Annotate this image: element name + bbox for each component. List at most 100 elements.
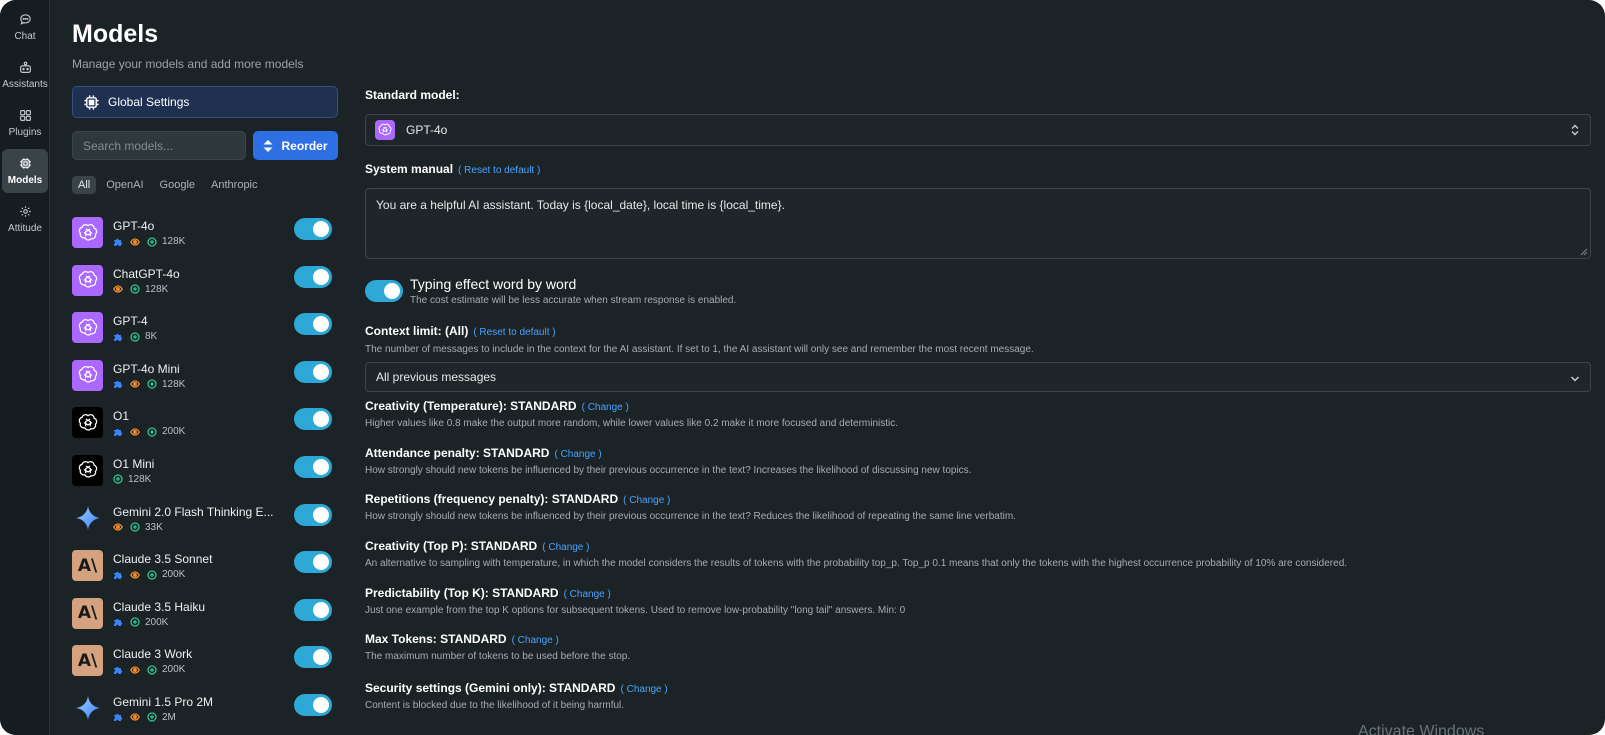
openai-icon (72, 264, 103, 296)
model-enabled-toggle[interactable] (294, 646, 332, 669)
standard-model-select[interactable]: GPT-4o (365, 114, 1591, 146)
context-size: 200K (162, 426, 186, 438)
model-capabilities: 200K (113, 617, 175, 628)
sort-icon (263, 139, 273, 152)
resize-grip-icon[interactable] (1580, 248, 1588, 256)
chip-icon (19, 157, 31, 169)
capability-vision (130, 379, 140, 389)
openai-icon (375, 120, 395, 140)
model-name: GPT-4o Mini (113, 361, 180, 376)
openai-icon (72, 359, 103, 391)
model-name: Gemini 2.0 Flash Thinking E... (113, 504, 274, 519)
system-manual-value: You are a helpful AI assistant. Today is… (376, 198, 785, 212)
change-link[interactable]: ( Change ) (623, 495, 670, 506)
chat-icon (19, 13, 31, 25)
system-manual-textarea[interactable]: You are a helpful AI assistant. Today is… (365, 188, 1591, 259)
nav-label: Attitude (8, 222, 42, 234)
model-row[interactable]: GPT-4 8K (72, 309, 338, 357)
parameter-desc: Just one example from the top K options … (365, 605, 906, 616)
context-window-icon (130, 522, 140, 532)
parameter-label: Predictability (Top K): STANDARD ( Change… (365, 586, 611, 600)
model-enabled-toggle[interactable] (294, 265, 332, 288)
capability-vision (130, 665, 140, 675)
change-link[interactable]: ( Change ) (554, 449, 601, 460)
capability-context: 8K (130, 331, 157, 342)
model-enabled-toggle[interactable] (294, 408, 332, 431)
system-manual-reset-link[interactable]: ( Reset to default ) (458, 165, 540, 176)
model-enabled-toggle[interactable] (294, 551, 332, 574)
nav-label: Assistants (2, 78, 48, 90)
model-enabled-toggle[interactable] (294, 313, 332, 336)
parameter-label: Max Tokens: STANDARD ( Change ) (365, 632, 559, 646)
search-input[interactable] (72, 131, 246, 160)
model-enabled-toggle[interactable] (294, 360, 332, 383)
parameter-title: Max Tokens: STANDARD (365, 632, 507, 646)
model-enabled-toggle[interactable] (294, 693, 332, 716)
puzzle-icon (114, 333, 123, 341)
nav-attitude[interactable]: Attitude (2, 197, 48, 241)
parameter-label: Creativity (Temperature): STANDARD ( Chan… (365, 399, 629, 413)
context-size: 33K (145, 521, 163, 533)
model-row[interactable]: A\ Claude 3.5 Sonnet 200K (72, 547, 338, 595)
provider-filters: All OpenAI Google Anthropic (72, 176, 264, 194)
model-row[interactable]: GPT-4o 128K (72, 214, 338, 262)
parameter-desc: Higher values like 0.8 make the output m… (365, 418, 899, 429)
model-enabled-toggle[interactable] (294, 218, 332, 240)
parameter-desc: Content is blocked due to the likelihood… (365, 700, 625, 711)
change-link[interactable]: ( Change ) (512, 635, 559, 646)
model-enabled-toggle[interactable] (294, 455, 332, 478)
capability-context: 200K (130, 617, 168, 628)
filter-google[interactable]: Google (154, 176, 201, 194)
nav-chat[interactable]: Chat (2, 5, 48, 49)
capability-context: 200K (147, 664, 185, 675)
chevron-updown-icon (1571, 124, 1579, 136)
context-size: 128K (128, 473, 152, 485)
model-row[interactable]: ChatGPT-4o 128K (72, 262, 338, 310)
context-size: 128K (145, 283, 169, 295)
context-limit-select[interactable]: All previous messages (365, 362, 1591, 392)
model-row[interactable]: O1 200K (72, 404, 338, 452)
typing-effect-toggle[interactable] (365, 280, 403, 302)
gear-icon (19, 205, 31, 217)
change-link[interactable]: ( Change ) (620, 684, 667, 695)
global-settings-button[interactable]: Global Settings (72, 86, 338, 118)
capability-vision (130, 712, 140, 722)
capability-plugins (113, 712, 123, 722)
anthropic-icon: A\ (72, 645, 103, 677)
capability-context: 200K (147, 426, 185, 437)
parameter-label: Security settings (Gemini only): STANDAR… (365, 681, 668, 695)
openai-icon (72, 217, 103, 248)
model-enabled-toggle[interactable] (294, 598, 332, 621)
model-row[interactable]: Gemini 1.5 Pro 2M 2M (72, 690, 338, 735)
context-window-icon (130, 284, 140, 294)
eye-icon (130, 666, 140, 674)
context-limit-desc: The number of messages to include in the… (365, 344, 1034, 355)
model-enabled-toggle[interactable] (294, 503, 332, 526)
typing-effect-label: Typing effect word by word (410, 276, 577, 292)
filter-anthropic[interactable]: Anthropic (205, 176, 263, 194)
typing-effect-desc: The cost estimate will be less accurate … (410, 295, 737, 306)
capability-vision (130, 570, 140, 580)
assistants-icon (19, 61, 31, 73)
change-link[interactable]: ( Change ) (582, 402, 629, 413)
nav-models[interactable]: Models (2, 149, 48, 193)
model-capabilities: 128K (113, 284, 175, 295)
model-row[interactable]: GPT-4o Mini 128K (72, 357, 338, 405)
puzzle-icon (114, 381, 123, 389)
context-limit-reset-link[interactable]: ( Reset to default ) (473, 327, 555, 338)
model-capabilities: 128K (113, 379, 192, 390)
change-link[interactable]: ( Change ) (564, 589, 611, 600)
reorder-button[interactable]: Reorder (253, 131, 338, 160)
filter-all[interactable]: All (72, 176, 97, 194)
filter-openai[interactable]: OpenAI (100, 176, 149, 194)
change-link[interactable]: ( Change ) (542, 542, 589, 553)
context-limit-label: Context limit: (All) ( Reset to default ) (365, 324, 556, 338)
model-row[interactable]: O1 Mini 128K (72, 452, 338, 500)
nav-plugins[interactable]: Plugins (2, 101, 48, 145)
model-row[interactable]: A\ Claude 3 Work 200K (72, 642, 338, 690)
model-row[interactable]: Gemini 2.0 Flash Thinking E... 33K (72, 500, 338, 548)
nav-assistants[interactable]: Assistants (2, 53, 48, 97)
parameter-label: Repetitions (frequency penalty): STANDAR… (365, 492, 670, 506)
capability-vision (130, 427, 140, 437)
model-row[interactable]: A\ Claude 3.5 Haiku 200K (72, 595, 338, 643)
